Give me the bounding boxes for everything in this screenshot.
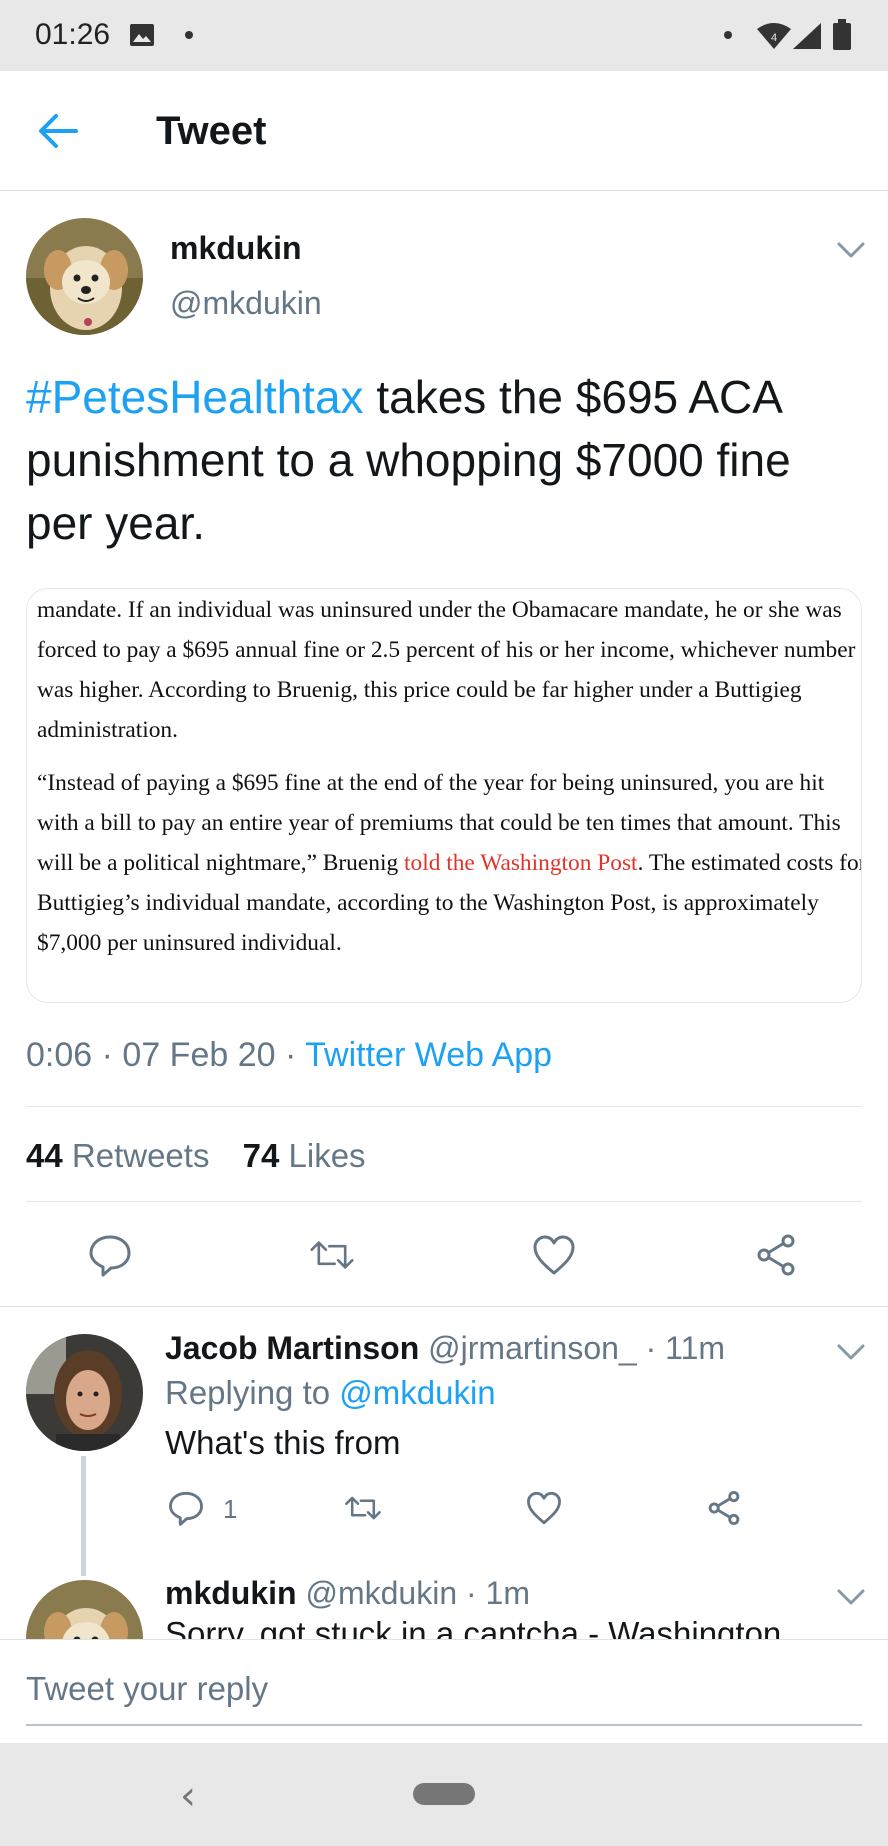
reply-avatar[interactable]: [26, 1580, 143, 1639]
share-icon[interactable]: [754, 1233, 798, 1277]
mention-link[interactable]: @mkdukin: [339, 1374, 495, 1411]
reply-count: 1: [223, 1494, 238, 1524]
retweets-label: Retweets: [62, 1137, 210, 1174]
replying-to: Replying to @mkdukin: [165, 1374, 496, 1412]
tweet-date: 07 Feb 20: [122, 1036, 276, 1074]
retweets-stat[interactable]: 44 Retweets: [26, 1137, 209, 1174]
hashtag-link[interactable]: #PetesHealthtax: [26, 371, 364, 423]
chevron-down-icon[interactable]: [836, 240, 866, 260]
dot-icon: [724, 31, 732, 39]
media-paragraph: “Instead of paying a $695 fine at the en…: [37, 763, 861, 963]
reply-composer: [0, 1639, 888, 1743]
battery-icon: [833, 19, 851, 50]
nav-home-pill[interactable]: [413, 1783, 475, 1805]
retweets-count: 44: [26, 1137, 63, 1174]
reply-item: mkdukin @mkdukin · 1m Sorry, got stuck i…: [0, 1540, 888, 1639]
wifi-icon: 4: [757, 23, 791, 49]
reply-author-name: mkdukin: [165, 1575, 297, 1611]
header: Tweet: [0, 71, 888, 191]
reply-handle-time: @jrmartinson_ · 11m: [419, 1330, 726, 1366]
divider: [0, 1306, 888, 1307]
reply-text: What's this from: [165, 1424, 401, 1461]
media-paragraph: mandate. If an individual was uninsured …: [37, 597, 856, 743]
retweet-icon[interactable]: [310, 1233, 354, 1277]
reply-icon[interactable]: [168, 1490, 204, 1526]
reply-avatar[interactable]: [26, 1334, 143, 1451]
tweet-source-app[interactable]: Twitter Web App: [305, 1036, 552, 1074]
signal-icon: [793, 23, 821, 49]
like-icon[interactable]: [526, 1490, 562, 1526]
svg-text:4: 4: [771, 32, 777, 44]
likes-label: Likes: [279, 1137, 366, 1174]
media-link-text: told the Washington Post: [404, 850, 638, 876]
image-icon: [130, 24, 154, 46]
like-icon[interactable]: [532, 1233, 576, 1277]
replying-to-label: Replying to: [165, 1374, 340, 1411]
reply-author[interactable]: Jacob Martinson @jrmartinson_ · 11m: [165, 1330, 725, 1367]
author-handle[interactable]: @mkdukin: [170, 285, 322, 322]
status-bar: 01:26 4: [0, 0, 888, 71]
page-title: Tweet: [156, 109, 267, 153]
share-icon[interactable]: [706, 1490, 742, 1526]
tweet-media-image[interactable]: mandate. If an individual was uninsured …: [26, 588, 862, 1003]
reply-text: Sorry, got stuck in a captcha - Washingt…: [165, 1615, 782, 1639]
divider: [26, 1106, 862, 1107]
tweet-stats: 44 Retweets 74 Likes: [26, 1137, 390, 1175]
meta-separator: ·: [92, 1036, 123, 1074]
reply-author[interactable]: mkdukin @mkdukin · 1m: [165, 1575, 530, 1612]
meta-separator: ·: [275, 1036, 306, 1074]
reply-icon[interactable]: [88, 1233, 132, 1277]
reply-handle-time: @mkdukin · 1m: [296, 1575, 530, 1611]
chevron-down-icon[interactable]: [836, 1587, 866, 1607]
tweet-meta: 0:06 · 07 Feb 20 · Twitter Web App: [26, 1036, 552, 1075]
author-name[interactable]: mkdukin: [170, 230, 302, 267]
author-avatar[interactable]: [26, 218, 143, 335]
reply-author-name: Jacob Martinson: [165, 1330, 420, 1366]
arrow-left-icon[interactable]: [36, 111, 80, 151]
divider: [26, 1201, 862, 1202]
retweet-icon[interactable]: [345, 1490, 381, 1526]
likes-stat[interactable]: 74 Likes: [243, 1137, 366, 1174]
dot-icon: [185, 31, 193, 39]
reply-input[interactable]: [26, 1654, 862, 1726]
nav-back-icon[interactable]: ‹: [180, 1773, 196, 1819]
likes-count: 74: [242, 1137, 280, 1174]
system-nav-bar: ‹: [0, 1743, 888, 1846]
status-time: 01:26: [35, 18, 111, 51]
tweet-text: #PetesHealthtax takes the $695 ACA punis…: [26, 366, 866, 555]
tweet-time: 0:06: [26, 1036, 93, 1074]
chevron-down-icon[interactable]: [836, 1342, 866, 1362]
